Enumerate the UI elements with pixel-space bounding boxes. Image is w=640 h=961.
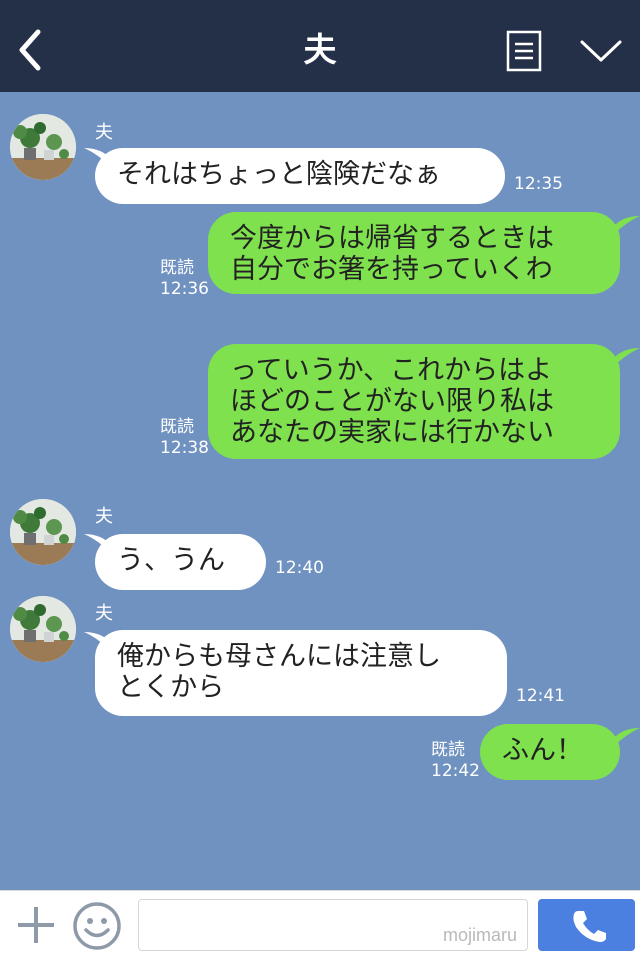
plant-avatar-icon <box>10 499 76 565</box>
collapse-chevron-icon <box>580 40 622 62</box>
plant-avatar-icon <box>10 114 76 180</box>
message-bubble-incoming[interactable]: それはちょっと陰険だなぁ <box>95 148 505 204</box>
message-text: 今度からは帰省するときは 自分でお箸を持っていくわ <box>230 223 554 285</box>
message-text: う、うん <box>117 545 225 576</box>
emoji-button[interactable] <box>72 901 122 951</box>
phone-icon <box>573 911 606 942</box>
message-text: っていうか、これからはよ ほどのことがない限り私は あなたの実家には行かない <box>230 355 554 448</box>
avatar[interactable] <box>10 596 76 662</box>
watermark: mojimaru <box>442 925 517 945</box>
read-status: 既読 <box>160 258 194 278</box>
message-time: 12:42 <box>431 761 480 781</box>
message-text: それはちょっと陰険だなぁ <box>117 159 441 190</box>
plant-avatar-icon <box>10 596 76 662</box>
collapse-button[interactable] <box>578 36 624 66</box>
message-time: 12:41 <box>516 686 565 706</box>
read-status: 既読 <box>431 740 465 760</box>
back-button[interactable] <box>10 26 50 74</box>
avatar[interactable] <box>10 114 76 180</box>
chat-header: 夫 <box>0 0 640 92</box>
read-status: 既読 <box>160 417 194 437</box>
call-button[interactable] <box>538 899 635 951</box>
message-bubble-outgoing[interactable]: ふん！ <box>480 724 620 780</box>
message-bubble-outgoing[interactable]: 今度からは帰省するときは 自分でお箸を持っていくわ <box>208 212 620 294</box>
chat-title: 夫 <box>303 30 337 69</box>
chat-area[interactable]: 夫 それはちょっと陰険だなぁ 12:35 今度からは帰省するときは 自分でお箸を… <box>0 92 640 890</box>
message-text: ふん！ <box>502 735 583 766</box>
message-bubble-incoming[interactable]: 俺からも母さんには注意し とくから <box>95 630 507 716</box>
add-button[interactable] <box>14 903 58 947</box>
sender-name: 夫 <box>95 506 113 527</box>
message-text: 俺からも母さんには注意し とくから <box>117 641 441 703</box>
message-time: 12:40 <box>275 558 324 578</box>
menu-list-icon <box>506 30 542 72</box>
input-bar: mojimaru <box>0 890 640 961</box>
message-time: 12:35 <box>514 174 563 194</box>
message-bubble-incoming[interactable]: う、うん <box>95 534 266 590</box>
message-bubble-outgoing[interactable]: っていうか、これからはよ ほどのことがない限り私は あなたの実家には行かない <box>208 344 620 459</box>
menu-button[interactable] <box>506 30 542 72</box>
sender-name: 夫 <box>95 122 113 143</box>
avatar[interactable] <box>10 499 76 565</box>
back-chevron-icon <box>19 29 41 71</box>
sender-name: 夫 <box>95 603 113 624</box>
message-input[interactable]: mojimaru <box>138 899 528 951</box>
emoji-icon <box>73 902 121 950</box>
message-time: 12:36 <box>160 279 209 299</box>
plus-icon <box>18 907 54 943</box>
message-time: 12:38 <box>160 438 209 458</box>
